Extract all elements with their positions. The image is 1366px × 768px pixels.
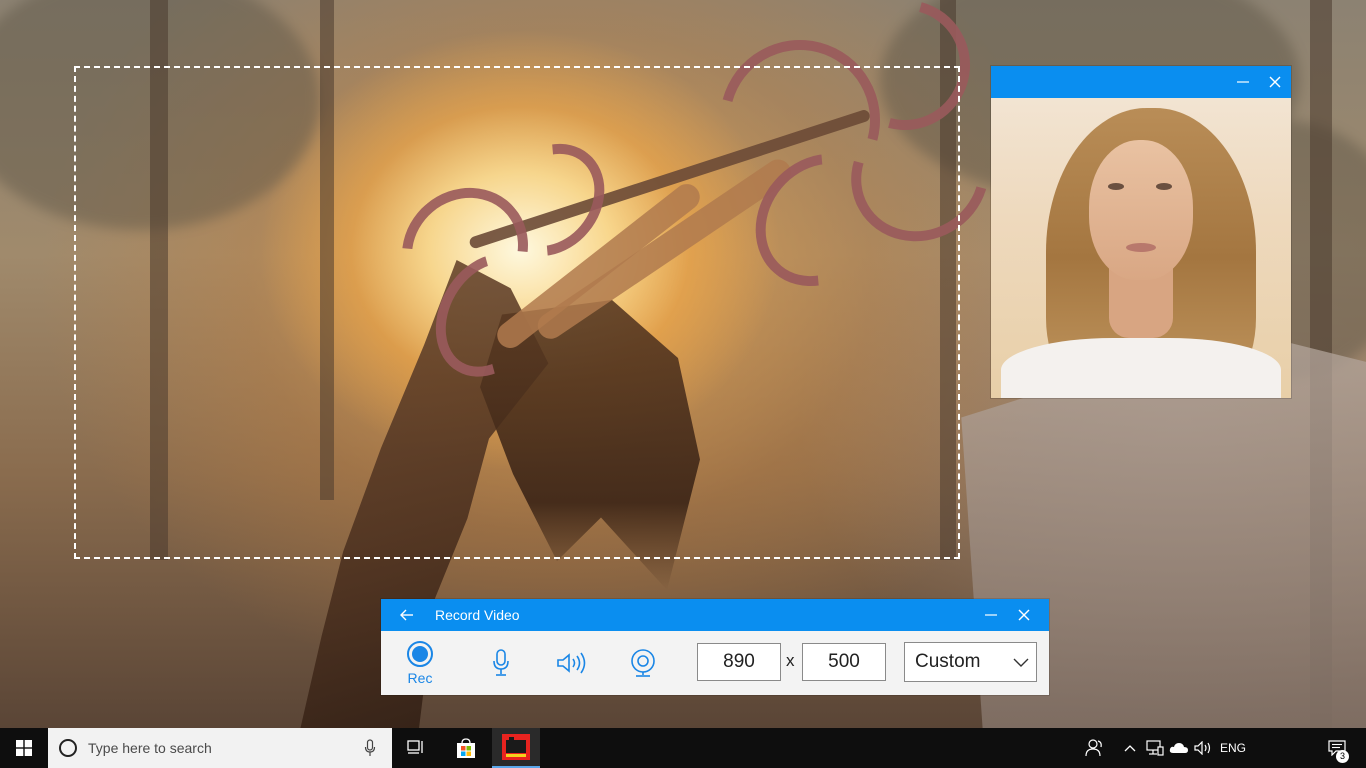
store-icon (457, 738, 475, 758)
close-icon (1269, 76, 1281, 88)
recorder-close-button[interactable] (1008, 599, 1040, 631)
webcam-subject-eye (1108, 183, 1124, 190)
webcam-feed (991, 98, 1291, 398)
size-preset-value: Custom (915, 651, 981, 672)
task-view-button[interactable] (392, 728, 440, 768)
microphone-icon (493, 649, 509, 676)
size-preset-dropdown[interactable]: Custom (904, 642, 1037, 682)
webcam-window[interactable] (991, 66, 1291, 398)
recorder-title: Record Video (435, 607, 520, 623)
recorder-controls: Rec 890 x 500 Custom (381, 631, 1049, 695)
close-icon (1018, 609, 1030, 621)
input-language-indicator[interactable]: ENG (1220, 741, 1246, 755)
network-button[interactable] (1144, 728, 1166, 768)
windows-logo-icon (16, 740, 32, 756)
chevron-up-icon (1124, 745, 1136, 752)
microphone-toggle[interactable] (485, 631, 517, 695)
network-icon (1146, 740, 1164, 756)
search-placeholder: Type here to search (88, 740, 212, 756)
microphone-icon[interactable] (364, 739, 376, 757)
people-icon (1085, 739, 1102, 757)
action-center-button[interactable] (1322, 728, 1352, 768)
recorder-titlebar[interactable]: Record Video (381, 599, 1049, 631)
speaker-icon (557, 652, 586, 674)
back-button[interactable] (393, 599, 421, 631)
back-arrow-icon (400, 609, 413, 621)
record-video-window[interactable]: Record Video Rec 890 x 500 Custom (381, 599, 1049, 695)
chevron-down-icon (1013, 658, 1029, 667)
taskbar-search[interactable]: Type here to search (48, 728, 392, 768)
record-icon (407, 640, 433, 667)
recorder-minimize-button[interactable] (975, 599, 1007, 631)
system-audio-toggle[interactable] (553, 631, 589, 695)
people-button[interactable] (1082, 728, 1108, 768)
store-app-button[interactable] (442, 728, 490, 768)
record-label: Rec (407, 669, 433, 686)
minimize-icon (1237, 81, 1249, 83)
cloud-icon (1169, 743, 1188, 753)
close-button[interactable] (1259, 66, 1291, 98)
cortana-icon (59, 739, 77, 757)
webcam-toggle[interactable] (627, 631, 659, 695)
webcam-subject-shirt (1001, 338, 1281, 398)
screen-recorder-app-icon (502, 734, 530, 760)
show-hidden-icons-button[interactable] (1120, 728, 1140, 768)
webcam-subject-face (1089, 140, 1193, 280)
onedrive-button[interactable] (1168, 728, 1190, 768)
volume-button[interactable] (1192, 728, 1214, 768)
webcam-titlebar[interactable] (991, 66, 1291, 98)
volume-icon (1194, 741, 1211, 755)
height-input[interactable]: 500 (802, 643, 886, 681)
dimension-separator: x (786, 651, 795, 670)
minimize-icon (985, 614, 997, 616)
task-view-icon (407, 740, 423, 754)
minimize-button[interactable] (1227, 66, 1259, 98)
screen-recorder-app-button[interactable] (492, 728, 540, 768)
capture-region[interactable] (74, 66, 960, 559)
webcam-subject-lips (1126, 243, 1156, 252)
webcam-subject-eye (1156, 183, 1172, 190)
record-button[interactable]: Rec (399, 631, 441, 695)
notification-count-badge: 3 (1336, 750, 1349, 763)
start-button[interactable] (0, 728, 48, 768)
width-input[interactable]: 890 (697, 643, 781, 681)
webcam-icon (631, 649, 655, 677)
taskbar: Type here to search ENG 3 (0, 728, 1366, 768)
